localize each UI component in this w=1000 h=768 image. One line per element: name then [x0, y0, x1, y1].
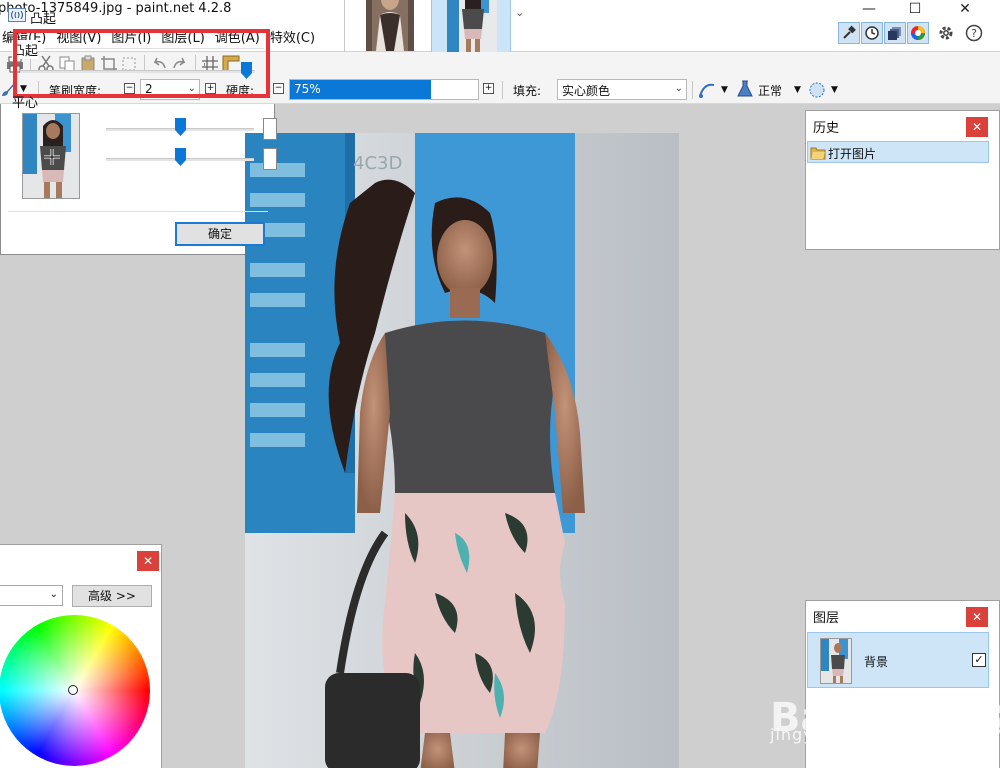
offset-y-input[interactable]	[263, 148, 277, 170]
blend-mode-flask-icon[interactable]	[736, 80, 754, 98]
help-button[interactable]: ?	[962, 22, 986, 44]
bulge-dialog-title: 凸起	[30, 12, 57, 27]
blend-mode-dropdown-chevron-icon[interactable]: ▼	[794, 85, 801, 95]
hardness-value: 75%	[294, 82, 321, 96]
history-toggle-button[interactable]	[861, 22, 883, 44]
watermark: Bai du 经验 jingyan.baidu.com	[770, 665, 1000, 765]
offset-x-input[interactable]	[263, 118, 277, 140]
history-item[interactable]: 打开图片	[807, 141, 989, 163]
offset-preview-thumbnail[interactable]	[22, 113, 80, 199]
fill-mode-value: 实心颜色	[562, 84, 611, 98]
fill-label: 填充:	[513, 84, 542, 98]
colors-panel: ✕ ⌄ 高级 >>	[0, 544, 162, 768]
history-panel-title: 历史	[813, 121, 840, 136]
wall-number-text: 4C3D	[353, 153, 402, 174]
offset-y-slider-thumb[interactable]	[175, 148, 186, 166]
ok-button[interactable]: 确定	[175, 222, 265, 246]
colors-close-button[interactable]: ✕	[137, 551, 159, 571]
svg-text:?: ?	[971, 27, 977, 40]
hammer-icon	[843, 25, 856, 39]
menu-effects[interactable]: 特效(C)	[268, 27, 323, 46]
help-icon: ?	[965, 24, 983, 42]
layer-visibility-checkbox[interactable]: ✓	[972, 653, 986, 667]
antialiasing-dropdown-chevron-icon[interactable]: ▼	[721, 85, 728, 95]
history-panel: 历史 ✕ 打开图片	[805, 110, 1000, 250]
offset-label: 平心	[12, 96, 39, 111]
tabs-dropdown-chevron-icon[interactable]: ⌄	[515, 6, 524, 19]
chevron-down-icon: ⌄	[49, 589, 58, 600]
offset-preview-image	[23, 114, 79, 198]
hardness-slider[interactable]: 75%	[289, 79, 479, 100]
dialog-separator	[8, 211, 268, 212]
clock-icon	[865, 26, 879, 40]
tools-toggle-button[interactable]	[838, 22, 860, 44]
layers-close-button[interactable]: ✕	[966, 607, 988, 627]
image-tab-2-thumbnail	[447, 0, 497, 53]
photo-woman: 4C3D	[245, 133, 679, 768]
color-wheel-cursor[interactable]	[68, 685, 78, 695]
chevron-down-icon: ⌄	[674, 83, 683, 94]
window-toggle-bar: ?	[838, 22, 986, 44]
bulge-effect-icon	[8, 8, 26, 22]
advanced-button[interactable]: 高级 >>	[72, 585, 152, 607]
open-image-folder-icon	[810, 147, 826, 160]
fill-mode-combo[interactable]: 实心颜色 ⌄	[557, 79, 687, 100]
hardness-decrease-button[interactable]: −	[273, 83, 284, 94]
color-wheel-icon	[911, 26, 925, 40]
toolbar-separator	[692, 81, 693, 99]
image-tab-1-thumbnail	[366, 0, 414, 51]
toolbar-separator	[502, 81, 503, 99]
watermark-url-text: jingyan.baidu.com	[770, 725, 935, 744]
colors-toggle-button[interactable]	[907, 22, 929, 44]
layers-panel-title: 图层	[813, 611, 840, 626]
image-tab-2-active[interactable]	[431, 0, 511, 55]
layers-icon	[888, 27, 901, 40]
settings-button[interactable]	[934, 22, 958, 44]
gear-icon	[939, 26, 953, 40]
blend-mode-value[interactable]: 正常	[758, 82, 782, 99]
history-close-button[interactable]: ✕	[966, 117, 988, 137]
canvas-image[interactable]: 4C3D	[245, 133, 679, 768]
image-tab-1[interactable]	[365, 0, 414, 51]
history-item-label: 打开图片	[828, 147, 877, 161]
selection-dropdown-chevron-icon[interactable]: ▼	[831, 85, 838, 95]
antialiasing-icon[interactable]	[698, 81, 716, 99]
bulge-effect-dialog: 凸起 凸起 平心 确定	[0, 0, 277, 255]
selection-quality-icon[interactable]	[808, 81, 826, 99]
color-target-combo[interactable]: ⌄	[0, 585, 63, 606]
offset-x-slider-thumb[interactable]	[175, 118, 186, 136]
layers-toggle-button[interactable]	[884, 22, 906, 44]
highlight-annotation-box	[13, 29, 270, 98]
hardness-increase-button[interactable]: +	[483, 83, 494, 94]
